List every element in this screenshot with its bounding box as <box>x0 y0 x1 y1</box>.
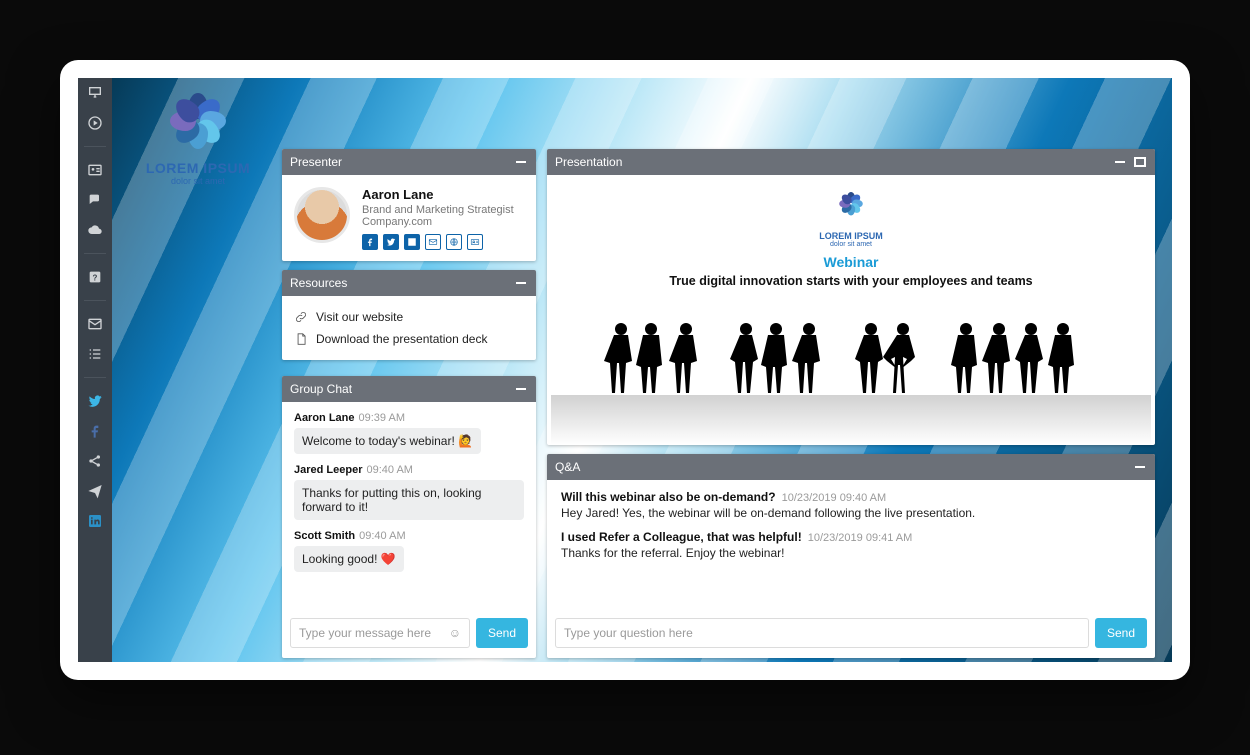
linkedin-icon[interactable] <box>404 234 420 250</box>
chat-send-button[interactable]: Send <box>476 618 528 648</box>
minimize-icon[interactable] <box>514 382 528 396</box>
presenter-avatar <box>294 187 350 243</box>
chat-bubble: Thanks for putting this on, looking forw… <box>294 480 524 520</box>
presentation-logo-title: LOREM IPSUM <box>547 231 1155 241</box>
presenter-company: Company.com <box>362 216 514 228</box>
resources-title: Resources <box>290 276 508 290</box>
facebook-icon[interactable] <box>86 422 104 440</box>
sidebar: ? <box>78 78 112 662</box>
twitter-icon[interactable] <box>383 234 399 250</box>
chat-header: Group Chat <box>282 376 536 402</box>
brand-logo: LOREM IPSUM dolor sit amet <box>128 86 268 186</box>
brand-title: LOREM IPSUM <box>128 160 268 176</box>
qa-item: I used Refer a Colleague, that was helpf… <box>561 530 1141 560</box>
id-card-icon[interactable] <box>86 161 104 179</box>
chat-input[interactable]: Type your message here ☺ <box>290 618 470 648</box>
qa-panel: Q&A Will this webinar also be on-demand?… <box>547 454 1155 658</box>
list-icon[interactable] <box>86 345 104 363</box>
link-icon <box>294 310 308 324</box>
content-area: LOREM IPSUM dolor sit amet Presenter Aar… <box>112 78 1172 662</box>
projector-icon[interactable] <box>86 84 104 102</box>
maximize-icon[interactable] <box>1133 155 1147 169</box>
minimize-icon[interactable] <box>514 155 528 169</box>
resource-label: Download the presentation deck <box>316 332 487 346</box>
facebook-icon[interactable] <box>362 234 378 250</box>
website-icon[interactable] <box>446 234 462 250</box>
chat-title: Group Chat <box>290 382 508 396</box>
presenter-panel: Presenter Aaron Lane Brand and Marketing… <box>282 149 536 261</box>
presentation-title: Presentation <box>555 155 1107 169</box>
cloud-icon[interactable] <box>86 221 104 239</box>
linkedin-icon[interactable] <box>86 512 104 530</box>
minimize-icon[interactable] <box>1133 460 1147 474</box>
resources-panel: Resources Visit our website Download the… <box>282 270 536 360</box>
svg-text:?: ? <box>93 273 98 282</box>
qa-header: Q&A <box>547 454 1155 480</box>
chat-message: Scott Smith09:40 AM Looking good! ❤️ <box>294 530 524 572</box>
presenter-name: Aaron Lane <box>362 187 514 202</box>
vcard-icon[interactable] <box>467 234 483 250</box>
play-icon[interactable] <box>86 114 104 132</box>
presentation-header: Presentation <box>547 149 1155 175</box>
chat-panel: Group Chat Aaron Lane09:39 AM Welcome to… <box>282 376 536 658</box>
chat-bubble: Looking good! ❤️ <box>294 546 404 572</box>
brand-tagline: dolor sit amet <box>128 176 268 186</box>
send-icon[interactable] <box>86 482 104 500</box>
chat-message: Jared Leeper09:40 AM Thanks for putting … <box>294 464 524 520</box>
qa-answer: Thanks for the referral. Enjoy the webin… <box>561 546 1141 560</box>
emoji-icon[interactable]: ☺ <box>449 626 461 640</box>
presenter-header: Presenter <box>282 149 536 175</box>
file-icon <box>294 332 308 346</box>
presenter-role: Brand and Marketing Strategist <box>362 204 514 216</box>
presentation-headline: True digital innovation starts with your… <box>547 274 1155 288</box>
minimize-icon[interactable] <box>1113 155 1127 169</box>
resource-label: Visit our website <box>316 310 403 324</box>
people-silhouette-graphic <box>547 315 1155 445</box>
qa-title: Q&A <box>555 460 1127 474</box>
resources-header: Resources <box>282 270 536 296</box>
presenter-title: Presenter <box>290 155 508 169</box>
mail-icon[interactable] <box>86 315 104 333</box>
qa-item: Will this webinar also be on-demand?10/2… <box>561 490 1141 520</box>
flower-icon <box>836 189 865 218</box>
twitter-icon[interactable] <box>86 392 104 410</box>
help-icon[interactable]: ? <box>86 268 104 286</box>
email-icon[interactable] <box>425 234 441 250</box>
presentation-label: Webinar <box>547 254 1155 270</box>
qa-input[interactable]: Type your question here <box>555 618 1089 648</box>
presentation-panel: Presentation LOREM IPSUM dolor sit amet … <box>547 149 1155 445</box>
chat-message: Aaron Lane09:39 AM Welcome to today's we… <box>294 412 524 454</box>
qa-send-button[interactable]: Send <box>1095 618 1147 648</box>
minimize-icon[interactable] <box>514 276 528 290</box>
resource-download[interactable]: Download the presentation deck <box>294 328 524 350</box>
presenter-social <box>362 234 514 250</box>
resource-link[interactable]: Visit our website <box>294 306 524 328</box>
device-frame: ? LOREM IPSUM dolor sit amet Presenter <box>60 60 1190 680</box>
qa-answer: Hey Jared! Yes, the webinar will be on-d… <box>561 506 1141 520</box>
share-icon[interactable] <box>86 452 104 470</box>
presentation-logo-sub: dolor sit amet <box>547 241 1155 248</box>
chat-icon[interactable] <box>86 191 104 209</box>
chat-bubble: Welcome to today's webinar! 🙋 <box>294 428 481 454</box>
flower-icon <box>163 86 233 156</box>
